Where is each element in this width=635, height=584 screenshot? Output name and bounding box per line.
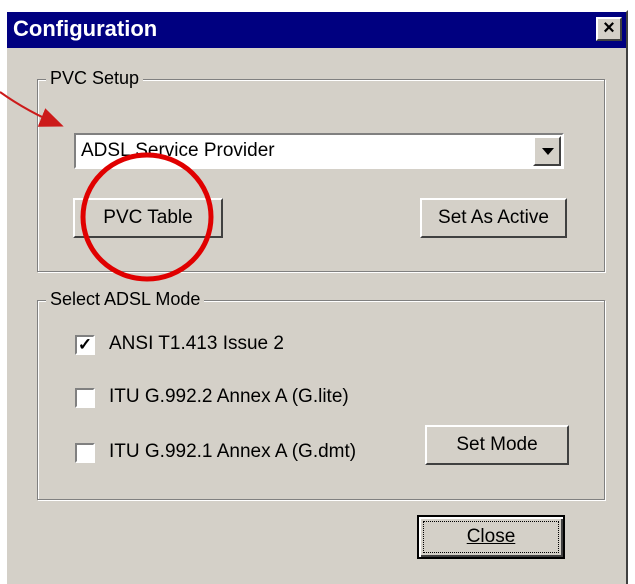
pvc-table-button-label: PVC Table xyxy=(103,207,193,228)
close-icon[interactable]: × xyxy=(596,17,622,41)
close-button-label: Close xyxy=(466,526,516,547)
title-bar[interactable]: Configuration × xyxy=(7,12,626,48)
pvc-setup-group: PVC Setup xyxy=(37,68,605,272)
checkbox-itu-g9921[interactable] xyxy=(75,443,95,463)
provider-selected-value: ADSL Service Provider xyxy=(81,140,275,161)
checkbox-itu-g9922[interactable] xyxy=(75,388,95,408)
checkbox-ansi-t1413[interactable]: ✓ xyxy=(75,335,95,355)
label-itu-g9921: ITU G.992.1 Annex A (G.dmt) xyxy=(109,441,357,462)
pvc-setup-legend: PVC Setup xyxy=(46,68,144,89)
window-title: Configuration xyxy=(13,16,158,41)
adsl-mode-legend: Select ADSL Mode xyxy=(46,289,205,310)
provider-dropdown[interactable]: ADSL Service Provider xyxy=(74,133,564,169)
chevron-down-icon[interactable] xyxy=(533,136,561,166)
set-mode-button-label: Set Mode xyxy=(456,434,538,455)
label-ansi-t1413: ANSI T1.413 Issue 2 xyxy=(109,333,284,354)
pvc-table-button[interactable]: PVC Table xyxy=(73,198,223,238)
set-as-active-button-label: Set As Active xyxy=(438,207,549,228)
close-button[interactable]: Close xyxy=(417,515,565,559)
set-mode-button[interactable]: Set Mode xyxy=(425,425,569,465)
configuration-dialog: Configuration × PVC Setup ADSL Service P… xyxy=(5,10,628,584)
label-itu-g9922: ITU G.992.2 Annex A (G.lite) xyxy=(109,386,349,407)
set-as-active-button[interactable]: Set As Active xyxy=(420,198,567,238)
